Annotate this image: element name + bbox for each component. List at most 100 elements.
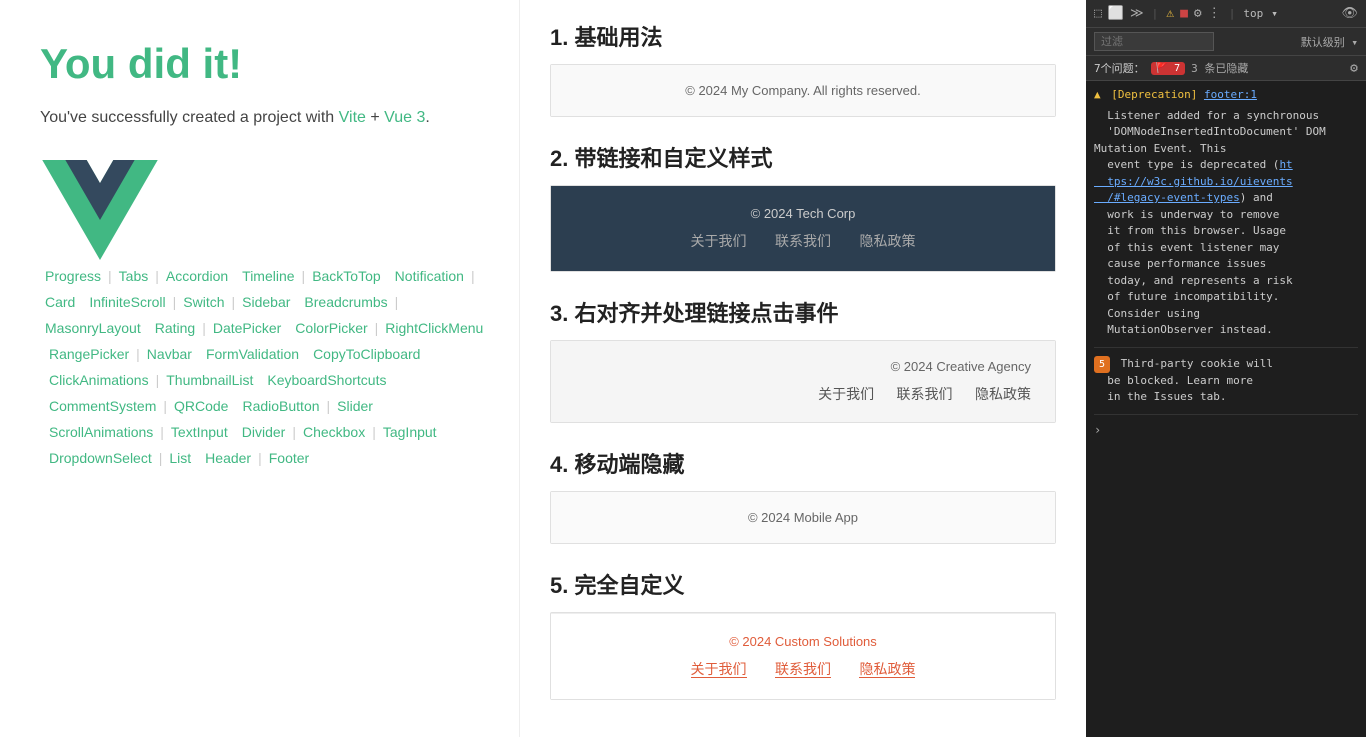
devtools-icon-cursor[interactable]: ⬜ [1108,6,1124,21]
log-warn-line: ▲ [Deprecation] footer:1 [1094,87,1358,104]
nav-rightclickmenu[interactable]: RightClickMenu [380,317,488,339]
warn-triangle-icon: ▲ [1094,88,1101,101]
section-4-title: 4. 移动端隐藏 [550,447,1056,479]
devtools-icon-menu[interactable]: ⋮ [1208,6,1221,21]
nav-scrollanimations[interactable]: ScrollAnimations [44,421,158,443]
log-deprecation-prefix: [Deprecation] [1111,88,1197,101]
nav-taginput[interactable]: TagInput [378,421,442,443]
nav-timeline[interactable]: Timeline [237,265,299,287]
plus-text: + [370,109,379,126]
nav-copytoclipboard[interactable]: CopyToClipboard [308,343,425,365]
privacy-link-5[interactable]: 隐私政策 [859,661,915,678]
copyright-2: © 2024 Tech Corp [571,206,1035,221]
vue-link[interactable]: Vue 3 [384,109,425,126]
devtools-filter-input[interactable] [1094,32,1214,51]
copyright-3: © 2024 Creative Agency [575,359,1031,374]
footer-preview-4: © 2024 Mobile App [550,491,1056,544]
footer-mobile: © 2024 Mobile App [551,492,1055,543]
devtools-issues-bar: 7个问题： 🚩 7 3 条已隐藏 ⚙ [1086,56,1366,81]
expand-arrow-icon[interactable]: › [1094,423,1358,437]
footer-link[interactable]: footer:1 [1204,88,1257,101]
copyright-5: © 2024 Custom Solutions [571,634,1035,649]
nav-card[interactable]: Card [40,291,80,313]
devtools-filter-row: 默认级别 ▾ [1086,28,1366,56]
footer-custom: © 2024 Custom Solutions 关于我们 联系我们 隐私政策 [551,613,1055,699]
footer-right: © 2024 Creative Agency 关于我们 联系我们 隐私政策 [551,341,1055,422]
issues-hidden: 3 条已隐藏 [1191,60,1248,76]
footer-links-2: 关于我们 联系我们 隐私政策 [571,231,1035,251]
nav-sidebar[interactable]: Sidebar [237,291,295,313]
section-1-title: 1. 基础用法 [550,20,1056,52]
nav-radiobutton[interactable]: RadioButton [237,395,324,417]
devtools-panel: ⬚ ⬜ ≫ | ⚠ ■ ⚙ ⋮ | top ▾ 👁 默认级别 ▾ 7个问题： 🚩… [1086,0,1366,737]
nav-divider[interactable]: Divider [237,421,291,443]
nav-infinitescroll[interactable]: InfiniteScroll [84,291,170,313]
devtools-filter-label[interactable]: 默认级别 ▾ [1301,34,1358,50]
nav-clickanimations[interactable]: ClickAnimations [44,369,154,391]
nav-colorpicker[interactable]: ColorPicker [290,317,372,339]
contact-link-5[interactable]: 联系我们 [775,661,831,678]
nav-datepicker[interactable]: DatePicker [208,317,286,339]
nav-formvalidation[interactable]: FormValidation [201,343,304,365]
nav-dropdownselect[interactable]: DropdownSelect [44,447,157,469]
nav-list[interactable]: List [164,447,196,469]
nav-slider[interactable]: Slider [332,395,378,417]
nav-thumbnaillist[interactable]: ThumbnailList [161,369,258,391]
nav-notification[interactable]: Notification [390,265,469,287]
devtools-top-select[interactable]: ▾ [1271,7,1278,20]
log-cookie-body: Third-party cookie will be blocked. Lear… [1094,357,1273,404]
nav-checkbox[interactable]: Checkbox [298,421,370,443]
vite-link[interactable]: Vite [339,109,366,126]
privacy-link-2[interactable]: 隐私政策 [859,233,915,249]
nav-rangepicker[interactable]: RangePicker [44,343,134,365]
about-link-3[interactable]: 关于我们 [818,386,874,402]
subtitle-text: You've successfully created a project wi… [40,109,334,126]
nav-header[interactable]: Header [200,447,256,469]
footer-preview-5: © 2024 Custom Solutions 关于我们 联系我们 隐私政策 [550,612,1056,700]
nav-progress[interactable]: Progress [40,265,106,287]
contact-link-2[interactable]: 联系我们 [775,233,831,249]
devtools-toolbar: ⬚ ⬜ ≫ | ⚠ ■ ⚙ ⋮ | top ▾ 👁 [1086,0,1366,28]
issues-gear-icon[interactable]: ⚙ [1350,61,1358,76]
hero-title: You did it! [40,40,489,88]
nav-navbar[interactable]: Navbar [142,343,197,365]
nav-commentsystem[interactable]: CommentSystem [44,395,161,417]
privacy-link-3[interactable]: 隐私政策 [975,386,1031,402]
nav-breadcrumbs[interactable]: Breadcrumbs [299,291,392,313]
devtools-icon-warn[interactable]: ⚠ [1166,6,1174,21]
nav-masonrylayout[interactable]: MasonryLayout [40,317,146,339]
nav-accordion[interactable]: Accordion [161,265,233,287]
nav-qrcode[interactable]: QRCode [169,395,233,417]
devtools-icon-gear[interactable]: ⚙ [1194,6,1202,21]
contact-link-3[interactable]: 联系我们 [897,386,953,402]
log-deprecation-body: Listener added for a synchronous 'DOMNod… [1094,108,1358,339]
devtools-icon-stop[interactable]: ■ [1180,6,1188,21]
copyright-4: © 2024 Mobile App [569,510,1037,525]
footer-light: © 2024 My Company. All rights reserved. [551,65,1055,116]
nav-tabs[interactable]: Tabs [114,265,154,287]
nav-footer[interactable]: Footer [264,447,314,469]
devtools-icon-more[interactable]: ≫ [1130,6,1144,21]
copyright-1: © 2024 My Company. All rights reserved. [685,83,921,98]
nav-textinput[interactable]: TextInput [166,421,233,443]
nav-keyboardshortcuts[interactable]: KeyboardShortcuts [262,369,391,391]
devtools-icon-layout[interactable]: ⬚ [1094,6,1102,21]
nav-rating[interactable]: Rating [150,317,200,339]
issues-badge[interactable]: 🚩 7 [1151,62,1186,75]
footer-dark: © 2024 Tech Corp 关于我们 联系我们 隐私政策 [551,186,1055,271]
devtools-eye-icon[interactable]: 👁 [1341,6,1358,21]
footer-preview-1: © 2024 My Company. All rights reserved. [550,64,1056,117]
about-link-2[interactable]: 关于我们 [691,233,747,249]
devtools-sep-1: | [1152,7,1159,20]
nav-switch[interactable]: Switch [178,291,229,313]
period: . [425,109,429,126]
log-entry-cookie: 5 Third-party cookie will be blocked. Le… [1094,356,1358,415]
about-link-5[interactable]: 关于我们 [691,661,747,678]
section-3-title: 3. 右对齐并处理链接点击事件 [550,296,1056,328]
nav-backto[interactable]: BackToTop [307,265,385,287]
main-content: 1. 基础用法 © 2024 My Company. All rights re… [520,0,1086,737]
ht-link[interactable]: ht tps://w3c.github.io/uievents /#legacy… [1094,158,1293,204]
devtools-top-label: top [1243,7,1263,20]
footer-preview-3: © 2024 Creative Agency 关于我们 联系我们 隐私政策 [550,340,1056,423]
footer-preview-2: © 2024 Tech Corp 关于我们 联系我们 隐私政策 [550,185,1056,272]
